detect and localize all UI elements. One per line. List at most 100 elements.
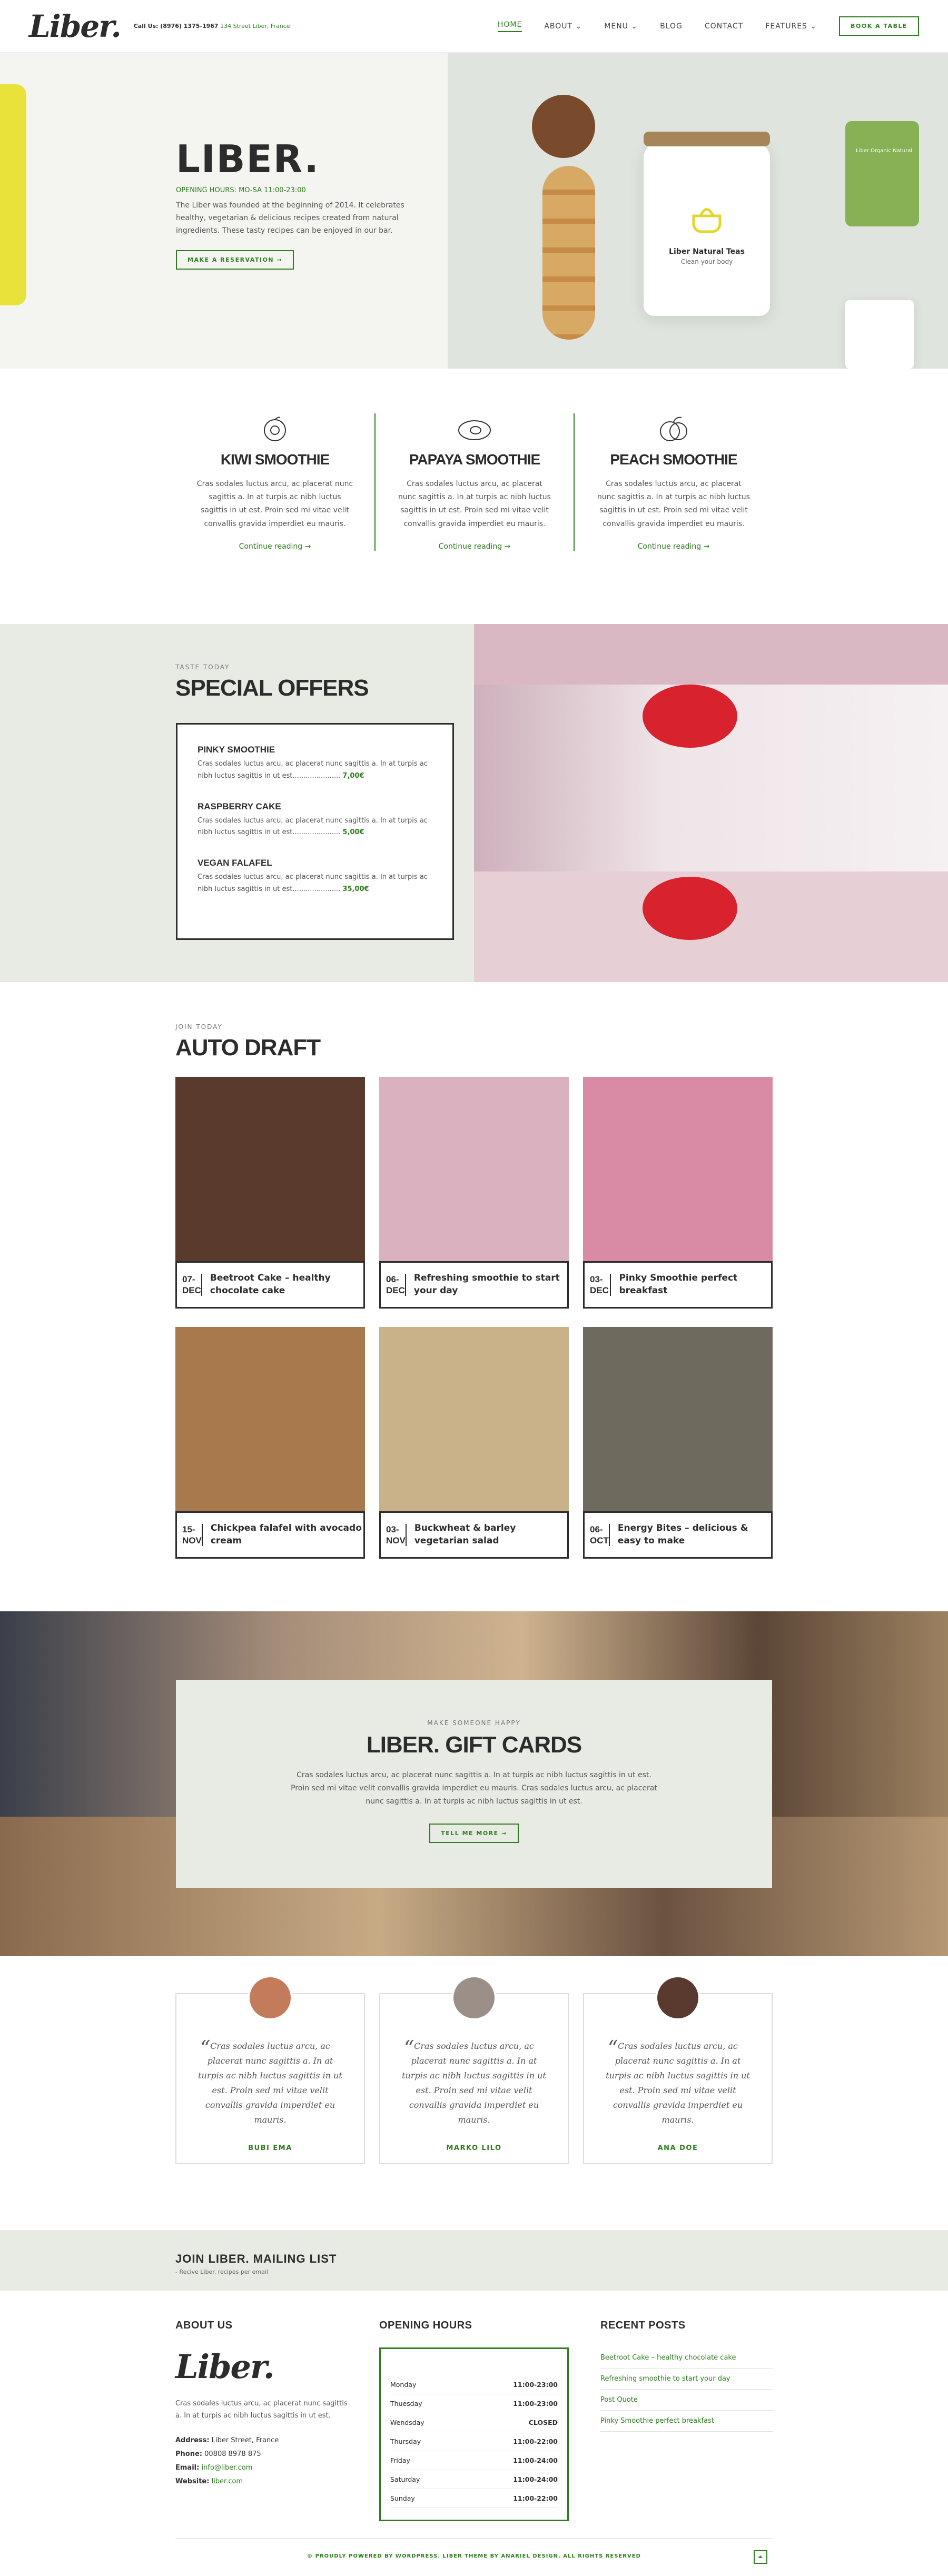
post-title[interactable]: Buckwheat & barley vegetarian salad bbox=[407, 1522, 567, 1548]
post-image[interactable] bbox=[583, 1077, 773, 1261]
feature-text: Cras sodales luctus arcu, ac placerat nu… bbox=[597, 480, 750, 528]
continue-reading-link[interactable]: Continue reading → bbox=[239, 542, 311, 551]
testimonial-author: BUBI EMA bbox=[248, 2144, 292, 2152]
post-title[interactable]: Beetroot Cake – healthy chocolate cake bbox=[202, 1272, 363, 1297]
recent-posts-column: RECENT POSTS Beetroot Cake – healthy cho… bbox=[600, 2320, 773, 2521]
hours-time: 11:00-24:00 bbox=[513, 2456, 558, 2464]
recent-post-link[interactable]: Post Quote bbox=[600, 2390, 773, 2411]
jar-image: Liber Organic Natural bbox=[845, 121, 919, 226]
post-title[interactable]: Chickpea falafel with avocado cream bbox=[203, 1522, 363, 1548]
post-title[interactable]: Energy Bites – delicious & easy to make bbox=[610, 1522, 771, 1548]
hours-day: Monday bbox=[390, 2381, 417, 2389]
nav-features[interactable]: FEATURES ⌄ bbox=[765, 22, 817, 31]
post-date: 03- DEC bbox=[585, 1273, 611, 1296]
chevron-down-icon: ⌄ bbox=[575, 22, 582, 31]
post-image[interactable] bbox=[379, 1327, 569, 1511]
continue-reading-link[interactable]: Continue reading → bbox=[638, 542, 710, 551]
site-logo[interactable]: Liber. bbox=[29, 8, 122, 44]
blog-post[interactable]: 06- OCT Energy Bites – delicious & easy to… bbox=[583, 1327, 773, 1559]
post-title[interactable]: Pinky Smoothie perfect breakfast bbox=[611, 1272, 771, 1297]
blog-post[interactable]: 07- DEC Beetroot Cake – healthy chocolate … bbox=[175, 1077, 365, 1309]
footer-heading: ABOUT US bbox=[175, 2320, 233, 2331]
continue-reading-link[interactable]: Continue reading → bbox=[439, 542, 511, 551]
post-date: 07- DEC bbox=[177, 1273, 202, 1296]
hours-time: 11:00-23:00 bbox=[513, 2381, 558, 2389]
hours-day: Wendsday bbox=[390, 2419, 424, 2426]
tell-me-more-button[interactable]: TELL ME MORE → bbox=[429, 1823, 519, 1843]
teapot-sublabel: Clean your body bbox=[680, 258, 733, 265]
post-date: 03- NOV bbox=[381, 1523, 407, 1547]
post-day: 03- bbox=[590, 1274, 603, 1284]
footer-website[interactable]: liber.com bbox=[212, 2478, 243, 2485]
testimonial-card: “Cras sodales luctus arcu, ac placerat n… bbox=[379, 1976, 569, 2164]
post-month: OCT bbox=[590, 1535, 609, 1545]
blog-post[interactable]: 06- DEC Refreshing smoothie to start your … bbox=[379, 1077, 569, 1309]
hours-day: Thuesday bbox=[390, 2400, 422, 2407]
contact-details: Address: Liber Street, France Phone: 008… bbox=[175, 2436, 279, 2485]
reservation-button[interactable]: MAKE A RESERVATION → bbox=[176, 250, 294, 270]
post-day: 06- bbox=[590, 1524, 603, 1534]
book-table-button[interactable]: BOOK A TABLE bbox=[839, 16, 919, 36]
blog-post[interactable]: 15- NOV Chickpea falafel with avocado crea… bbox=[175, 1327, 365, 1559]
hours-time: CLOSED bbox=[528, 2419, 558, 2426]
post-month: DEC bbox=[386, 1285, 405, 1295]
section-kicker: JOIN TODAY bbox=[175, 1023, 223, 1031]
nav-about-label: ABOUT bbox=[544, 22, 573, 31]
recent-post-link[interactable]: Beetroot Cake – healthy chocolate cake bbox=[600, 2347, 773, 2369]
recent-post-link[interactable]: Refreshing smoothie to start your day bbox=[600, 2369, 773, 2390]
avatar bbox=[248, 1976, 292, 2020]
blog-grid: 07- DEC Beetroot Cake – healthy chocolate … bbox=[175, 1077, 773, 1559]
post-image[interactable] bbox=[175, 1077, 365, 1261]
mailing-list-section: JOIN LIBER. MAILING LIST - Recive Liber.… bbox=[0, 2230, 948, 2291]
hours-row: Wendsday CLOSED bbox=[390, 2413, 558, 2432]
cookie-image bbox=[532, 95, 595, 158]
hours-row: Thursday 11:00-22:00 bbox=[390, 2432, 558, 2451]
footer-phone: 00808 8978 875 bbox=[204, 2450, 261, 2458]
menu-item-price: 5,00€ bbox=[342, 828, 364, 837]
post-day: 15- bbox=[182, 1524, 195, 1534]
testimonial-text: Cras sodales luctus arcu, ac placerat nu… bbox=[402, 2041, 546, 2125]
feature-title: PAPAYA SMOOTHIE bbox=[409, 451, 540, 468]
nav-blog[interactable]: BLOG bbox=[660, 22, 683, 31]
post-title[interactable]: Refreshing smoothie to start your day bbox=[406, 1272, 567, 1297]
features-section: KIWI SMOOTHIE Cras sodales luctus arcu, … bbox=[0, 369, 948, 624]
chevron-down-icon: ⌄ bbox=[810, 22, 817, 31]
teapot-logo-icon bbox=[692, 208, 722, 233]
footer-email[interactable]: info@liber.com bbox=[201, 2464, 252, 2472]
contact-info: Call Us: (8976) 1375-1967 134 Street Lib… bbox=[134, 23, 290, 29]
feature-papaya: PAPAYA SMOOTHIE Cras sodales luctus arcu… bbox=[374, 413, 574, 551]
post-image[interactable] bbox=[583, 1327, 773, 1511]
address-link[interactable]: 134 Street Liber, France bbox=[220, 23, 290, 29]
kiwi-icon bbox=[196, 413, 353, 445]
menu-item-name: PINKY SMOOTHIE bbox=[197, 745, 275, 755]
mailing-subtitle: - Recive Liber. recipes per email bbox=[175, 2268, 268, 2275]
nav-contact[interactable]: CONTACT bbox=[705, 22, 743, 31]
nav-menu-label: MENU bbox=[604, 22, 628, 31]
hours-row: Saturday 11:00-24:00 bbox=[390, 2470, 558, 2489]
menu-item-name: VEGAN FALAFEL bbox=[197, 858, 272, 868]
section-kicker: TASTE TODAY bbox=[175, 663, 230, 671]
nav-about[interactable]: ABOUT ⌄ bbox=[544, 22, 582, 31]
nav-home[interactable]: HOME bbox=[497, 21, 522, 32]
post-image[interactable] bbox=[379, 1077, 569, 1261]
hero-content: LIBER. OPENING HOURS: MO-SA 11:00-23:00 … bbox=[176, 137, 418, 270]
footer-logo: Liber. bbox=[175, 2347, 275, 2386]
back-to-top-icon[interactable]: ⏶ bbox=[754, 2550, 767, 2564]
recent-post-link[interactable]: Pinky Smoothie perfect breakfast bbox=[600, 2411, 773, 2432]
nav-menu[interactable]: MENU ⌄ bbox=[604, 22, 638, 31]
peach-icon bbox=[596, 413, 752, 445]
teapot-label: Liber Natural Teas bbox=[669, 247, 745, 256]
blog-post[interactable]: 03- DEC Pinky Smoothie perfect breakfast bbox=[583, 1077, 773, 1309]
post-image[interactable] bbox=[175, 1327, 365, 1511]
testimonial-text: Cras sodales luctus arcu, ac placerat nu… bbox=[198, 2041, 342, 2125]
hero-text: The Liber was founded at the beginning o… bbox=[176, 201, 404, 235]
menu-item-text: Cras sodales luctus arcu, ac placerat nu… bbox=[197, 816, 428, 837]
special-offers-section: TASTE TODAY SPECIAL OFFERS PINKY SMOOTHI… bbox=[0, 624, 948, 982]
section-title: LIBER. GIFT CARDS bbox=[366, 1732, 582, 1758]
hours-day: Thursday bbox=[390, 2438, 421, 2445]
feature-title: KIWI SMOOTHIE bbox=[220, 451, 330, 468]
post-month: NOV bbox=[386, 1535, 406, 1545]
blog-post[interactable]: 03- NOV Buckwheat & barley vegetarian sala… bbox=[379, 1327, 569, 1559]
avatar bbox=[452, 1976, 496, 2020]
coffee-cup-image: R bbox=[0, 84, 26, 305]
